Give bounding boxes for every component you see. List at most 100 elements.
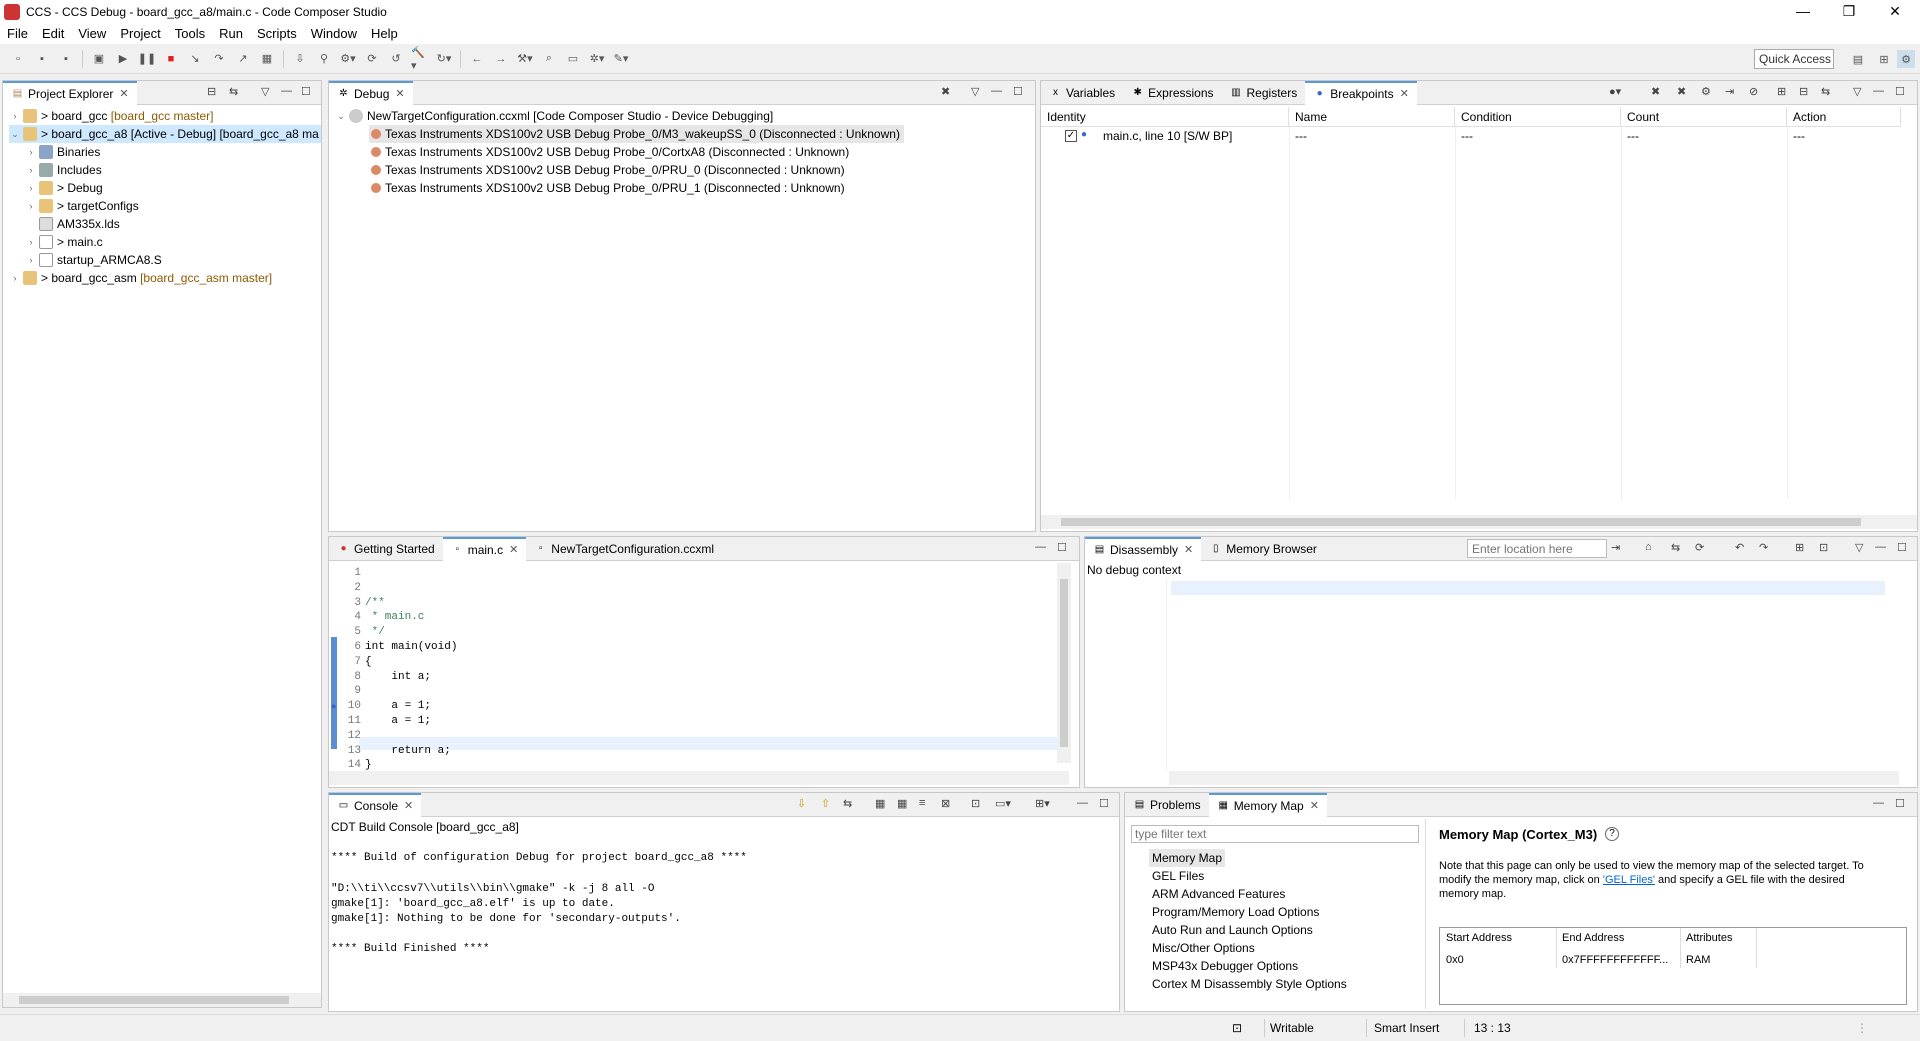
maximize-icon[interactable]: ☐ — [1897, 541, 1907, 554]
pin-icon[interactable]: ⊡ — [1819, 541, 1828, 554]
code-line[interactable]: 8 int a; — [329, 671, 1049, 685]
code-editor[interactable]: 1 2 3/** 4 * main.c 5 */6 int main(void) 7{8 i… — [329, 563, 1059, 771]
horizontal-scrollbar[interactable] — [329, 771, 1069, 785]
code-line[interactable]: 11 a = 1; — [329, 715, 1049, 729]
minimize-button[interactable]: — — [1780, 0, 1826, 24]
debug-target-item[interactable]: Texas Instruments XDS100v2 USB Debug Pro… — [369, 161, 845, 179]
pin-console-icon[interactable]: ⊠ — [941, 797, 950, 810]
word-wrap-icon[interactable]: ≡ — [919, 797, 925, 809]
code-line[interactable]: 5 */ — [329, 626, 1049, 640]
tab-debug[interactable]: ✲ Debug ✕ — [329, 80, 413, 105]
expand-icon[interactable]: › — [25, 251, 37, 269]
close-icon[interactable]: ✕ — [1400, 87, 1409, 100]
menu-help[interactable]: Help — [364, 24, 405, 44]
scroll-thumb[interactable] — [19, 996, 289, 1004]
tree-item[interactable]: › Includes — [25, 161, 102, 179]
pin-dropdown-icon[interactable]: ✎▾ — [612, 50, 630, 68]
quick-access-input[interactable]: Quick Access — [1754, 49, 1834, 69]
new-breakpoint-icon[interactable]: ●▾ — [1609, 85, 1621, 98]
forward-icon[interactable]: → — [492, 50, 510, 68]
help-icon[interactable]: ? — [1605, 827, 1619, 841]
debug-target-item[interactable]: Texas Instruments XDS100v2 USB Debug Pro… — [369, 179, 845, 197]
vertical-scrollbar[interactable] — [1057, 563, 1071, 763]
settings-dropdown-icon[interactable]: ✲▾ — [588, 50, 606, 68]
tree-item[interactable]: › > main.c — [25, 233, 103, 251]
maximize-icon[interactable]: ☐ — [1057, 541, 1067, 554]
debug-target-item[interactable]: Texas Instruments XDS100v2 USB Debug Pro… — [369, 125, 904, 143]
menu-project[interactable]: Project — [113, 24, 167, 44]
new-view-icon[interactable]: ⊞ — [1795, 541, 1804, 554]
expand-icon[interactable]: › — [9, 269, 21, 287]
open-perspective-icon[interactable]: ▤ — [1849, 50, 1867, 68]
load-program-icon[interactable]: ⇩ — [291, 50, 309, 68]
location-input[interactable] — [1467, 539, 1607, 558]
tab-getting-started[interactable]: ● Getting Started — [329, 537, 443, 561]
view-menu-icon[interactable]: ▽ — [261, 85, 269, 98]
minimize-icon[interactable]: — — [991, 85, 1002, 97]
collapse-all-icon[interactable]: ⊟ — [207, 85, 216, 98]
scroll-down-icon[interactable]: ⇩ — [797, 797, 806, 810]
group-icon[interactable]: ⚙ — [1701, 85, 1711, 98]
code-line[interactable]: 13 return a; — [329, 745, 1049, 759]
program-load-nav-item[interactable]: Program/Memory Load Options — [1149, 903, 1322, 921]
cell-attributes[interactable]: RAM — [1686, 954, 1710, 966]
tab-target-config[interactable]: ▫ NewTargetConfiguration.ccxml — [526, 537, 722, 561]
tab-console[interactable]: ▭ Console ✕ — [329, 792, 422, 817]
memory-map-nav-item[interactable]: Memory Map — [1149, 849, 1226, 867]
step-into-icon[interactable]: ↘ — [186, 50, 204, 68]
menu-edit[interactable]: Edit — [35, 24, 71, 44]
maximize-button[interactable]: ❐ — [1826, 0, 1872, 24]
gel-files-link[interactable]: 'GEL Files' — [1603, 874, 1655, 886]
tab-project-explorer[interactable]: ▤ Project Explorer ✕ — [3, 80, 137, 105]
console-output[interactable]: **** Build of configuration Debug for pr… — [331, 837, 1101, 997]
horizontal-scrollbar[interactable] — [3, 993, 321, 1007]
breakpoint-row[interactable]: ✓ ● main.c, line 10 [S/W BP] --- --- ---… — [1041, 127, 1901, 145]
close-button[interactable]: ✕ — [1872, 0, 1918, 24]
suspend-icon[interactable]: ❚❚ — [138, 50, 156, 68]
build-dropdown-icon[interactable]: 🔨▾ — [411, 47, 429, 72]
minimize-icon[interactable]: — — [1875, 541, 1886, 553]
terminate-icon[interactable]: ■ — [162, 50, 180, 68]
external-tools-icon[interactable]: ↻▾ — [435, 50, 453, 68]
step-return-icon[interactable]: ↗ — [234, 50, 252, 68]
code-line[interactable]: 10 a = 1; — [329, 700, 1049, 714]
horizontal-scrollbar[interactable] — [1169, 771, 1899, 785]
tab-expressions[interactable]: ✱ Expressions — [1123, 81, 1221, 105]
expand-icon[interactable]: › — [25, 179, 37, 197]
arm-advanced-nav-item[interactable]: ARM Advanced Features — [1149, 885, 1288, 903]
code-line[interactable]: 7{ — [329, 656, 1049, 670]
minimize-icon[interactable]: — — [1873, 797, 1884, 809]
column-header-condition[interactable]: Condition — [1455, 107, 1621, 127]
code-line[interactable]: 9 — [329, 685, 1049, 699]
scroll-lock-icon[interactable]: ⇆ — [843, 797, 852, 810]
cell-end-address[interactable]: 0x7FFFFFFFFFFFF... — [1562, 954, 1668, 966]
collapse-icon[interactable]: ⌄ — [335, 107, 347, 125]
menu-window[interactable]: Window — [304, 24, 364, 44]
tab-registers[interactable]: ▥ Registers — [1222, 81, 1306, 105]
tree-item[interactable]: AM335x.lds — [25, 215, 120, 233]
tree-item[interactable]: › Binaries — [25, 143, 100, 161]
close-icon[interactable]: ✕ — [509, 543, 518, 556]
maximize-icon[interactable]: ☐ — [1895, 85, 1905, 98]
step-over-icon[interactable]: ↷ — [210, 50, 228, 68]
remove-all-icon[interactable]: ✖ — [1677, 85, 1686, 98]
minimize-icon[interactable]: — — [1077, 797, 1088, 809]
close-icon[interactable]: ✕ — [119, 87, 128, 100]
resume-icon[interactable]: ▶ — [114, 50, 132, 68]
column-header-identity[interactable]: Identity — [1041, 107, 1289, 127]
minimize-icon[interactable]: — — [1873, 85, 1884, 97]
code-line[interactable]: 3 /** — [329, 597, 1049, 611]
tab-memory-browser[interactable]: ▯ Memory Browser — [1201, 537, 1325, 561]
close-icon[interactable]: ✕ — [404, 799, 413, 812]
expand-icon[interactable]: › — [25, 197, 37, 215]
menu-tools[interactable]: Tools — [168, 24, 212, 44]
debug-target-item[interactable]: Texas Instruments XDS100v2 USB Debug Pro… — [369, 143, 849, 161]
tab-breakpoints[interactable]: ● Breakpoints ✕ — [1305, 80, 1417, 105]
breakpoint-checkbox[interactable]: ✓ — [1065, 130, 1077, 142]
debug-root[interactable]: ⌄ NewTargetConfiguration.ccxml [Code Comp… — [335, 107, 773, 125]
expand-icon[interactable]: › — [25, 233, 37, 251]
menu-file[interactable]: File — [0, 24, 35, 44]
open-console-icon[interactable]: ▭▾ — [995, 797, 1011, 810]
copy-icon[interactable]: ▦ — [897, 797, 907, 810]
code-line[interactable]: 6 int main(void) — [329, 641, 1049, 655]
